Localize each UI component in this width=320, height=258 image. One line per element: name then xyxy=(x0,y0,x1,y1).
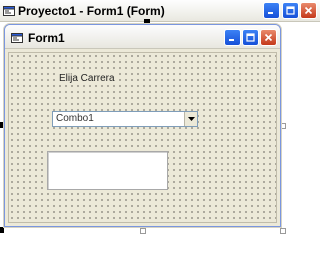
maximize-icon xyxy=(246,33,255,42)
minimize-icon xyxy=(268,12,273,14)
resize-handle-bottom-left[interactable] xyxy=(0,227,4,233)
close-icon xyxy=(304,6,313,15)
carrera-label[interactable]: Elija Carrera xyxy=(58,73,116,84)
chevron-down-icon xyxy=(187,117,195,121)
minimize-button[interactable] xyxy=(263,2,280,19)
form-titlebar[interactable]: Form1 xyxy=(5,25,280,49)
project-window: Proyecto1 - Form1 (Form) Form1 Elija Car… xyxy=(0,0,320,258)
minimize-icon xyxy=(229,39,234,41)
resize-handle-bottom[interactable] xyxy=(140,228,146,234)
combo-box[interactable]: Combo1 xyxy=(52,111,198,127)
combo-dropdown-button[interactable] xyxy=(184,112,197,126)
close-button[interactable] xyxy=(300,2,317,19)
close-icon xyxy=(264,33,273,42)
project-window-titlebar[interactable]: Proyecto1 - Form1 (Form) xyxy=(0,0,320,22)
vb-form-icon xyxy=(3,4,15,16)
combo-text: Combo1 xyxy=(56,113,94,124)
vb-form-icon xyxy=(11,31,23,43)
maximize-button[interactable] xyxy=(282,2,299,19)
form-maximize-button[interactable] xyxy=(242,29,259,46)
project-window-title: Proyecto1 - Form1 (Form) xyxy=(18,4,165,18)
form-minimize-button[interactable] xyxy=(224,29,241,46)
form-client-area[interactable] xyxy=(8,52,277,223)
form-title: Form1 xyxy=(28,31,65,45)
form-close-button[interactable] xyxy=(260,29,277,46)
list-box[interactable] xyxy=(47,151,168,190)
maximize-icon xyxy=(286,6,295,15)
resize-handle-bottom-right[interactable] xyxy=(280,228,286,234)
